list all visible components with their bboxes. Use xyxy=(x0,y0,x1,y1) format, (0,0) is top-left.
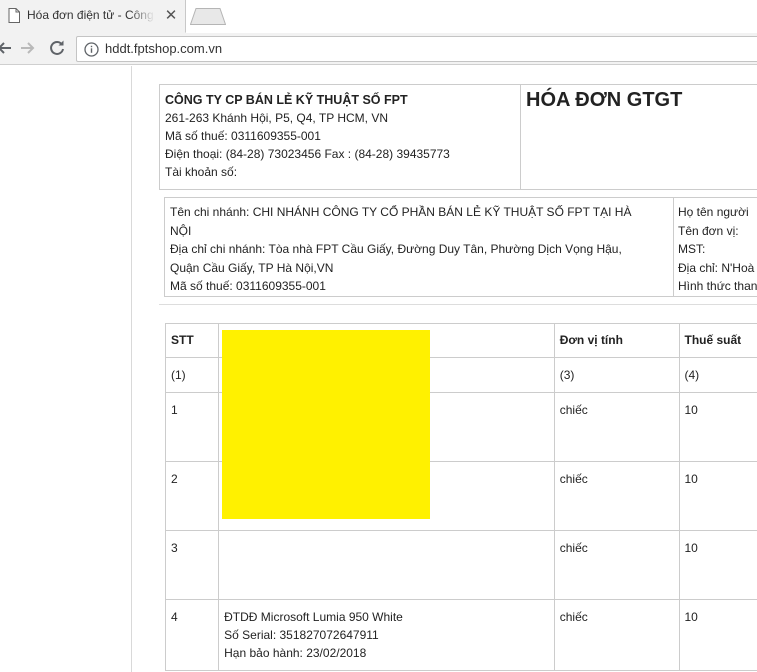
col-header-stt: STT xyxy=(164,323,220,358)
col-header-unit: Đơn vị tính xyxy=(553,323,680,358)
branch-tax-code: Mã số thuế: 0311609355-001 xyxy=(170,279,326,293)
row-vat: 10 xyxy=(678,599,757,671)
row-unit: chiếc xyxy=(553,599,680,671)
branch-name-cont: NỘI xyxy=(170,223,192,238)
seller-name: CÔNG TY CP BÁN LẺ KỸ THUẬT SỐ FPT xyxy=(165,93,408,107)
seller-tax-code: Mã số thuế: 0311609355-001 xyxy=(165,129,321,143)
branch-info: Tên chi nhánh: CHI NHÁNH CÔNG TY CỔ PHẦN… xyxy=(164,197,674,297)
invoice-title: HÓA ĐƠN GTGT xyxy=(526,89,683,111)
tab-close-icon[interactable]: ✕ xyxy=(163,8,179,24)
item-name: ĐTDĐ Microsoft Lumia 950 White xyxy=(224,610,403,624)
item-warranty: Hạn bảo hành: 23/02/2018 xyxy=(224,646,367,660)
row-unit: chiếc xyxy=(553,530,680,600)
row-unit: chiếc xyxy=(553,461,680,531)
row-vat: 10 xyxy=(678,461,757,531)
branch-address: Địa chỉ chi nhánh: Tòa nhà FPT Cầu Giấy,… xyxy=(170,242,622,256)
page-icon xyxy=(8,8,20,23)
info-icon[interactable] xyxy=(84,42,99,57)
col-index: (3) xyxy=(553,357,680,393)
row-vat: 10 xyxy=(678,530,757,600)
tab-strip: Hóa đơn điện tử - Công ty ✕ xyxy=(0,0,757,33)
row-stt: 3 xyxy=(164,530,220,600)
forward-arrow-icon[interactable] xyxy=(20,40,36,56)
row-item-name xyxy=(218,530,555,600)
redaction-box xyxy=(222,330,430,519)
browser-toolbar: hddt.fptshop.com.vn xyxy=(0,33,757,65)
buyer-payment: Hình thức thanh xyxy=(678,279,757,293)
row-vat: 10 xyxy=(678,392,757,462)
url-text[interactable]: hddt.fptshop.com.vn xyxy=(105,41,222,56)
item-serial: Số Serial: 351827072647911 xyxy=(224,628,379,642)
table-row: 3 chiếc 10 xyxy=(164,530,757,600)
new-tab-button[interactable] xyxy=(190,8,226,25)
branch-address-cont: Quận Cầu Giấy, TP Hà Nội,VN xyxy=(170,260,334,275)
address-bar[interactable]: hddt.fptshop.com.vn xyxy=(76,36,757,62)
reload-icon[interactable] xyxy=(48,39,66,57)
invoice-title-box: HÓA ĐƠN GTGT xyxy=(520,84,757,190)
seller-info: CÔNG TY CP BÁN LẺ KỸ THUẬT SỐ FPT 261-26… xyxy=(159,84,521,190)
row-stt: 1 xyxy=(164,392,220,462)
col-index: (1) xyxy=(164,357,220,393)
row-item-name: ĐTDĐ Microsoft Lumia 950 White Số Serial… xyxy=(218,599,555,671)
seller-address: 261-263 Khánh Hội, P5, Q4, TP HCM, VN xyxy=(165,111,389,125)
seller-account: Tài khoản số: xyxy=(165,165,238,179)
buyer-unit: Tên đơn vị: xyxy=(678,223,739,238)
row-stt: 4 xyxy=(164,599,220,671)
col-header-vat: Thuế suất xyxy=(678,323,757,358)
row-stt: 2 xyxy=(164,461,220,531)
col-index: (4) xyxy=(678,357,757,393)
back-arrow-icon[interactable] xyxy=(0,40,12,56)
seller-phone: Điện thoại: (84-28) 73023456 Fax : (84-2… xyxy=(165,147,450,161)
section-divider xyxy=(159,304,757,305)
page-divider xyxy=(131,66,132,672)
buyer-info: Họ tên người Tên đơn vị: MST: Địa chỉ: N… xyxy=(673,197,757,297)
table-row: 4 ĐTDĐ Microsoft Lumia 950 White Số Seri… xyxy=(164,599,757,671)
buyer-address: Địa chỉ: N'Hoà xyxy=(678,260,755,275)
tab-title: Hóa đơn điện tử - Công ty xyxy=(27,8,155,22)
browser-tab[interactable]: Hóa đơn điện tử - Công ty ✕ xyxy=(0,0,186,33)
branch-name: Tên chi nhánh: CHI NHÁNH CÔNG TY CỔ PHẦN… xyxy=(170,205,632,219)
buyer-tax-code: MST: xyxy=(678,242,706,256)
row-unit: chiếc xyxy=(553,392,680,462)
buyer-name: Họ tên người xyxy=(678,205,749,219)
